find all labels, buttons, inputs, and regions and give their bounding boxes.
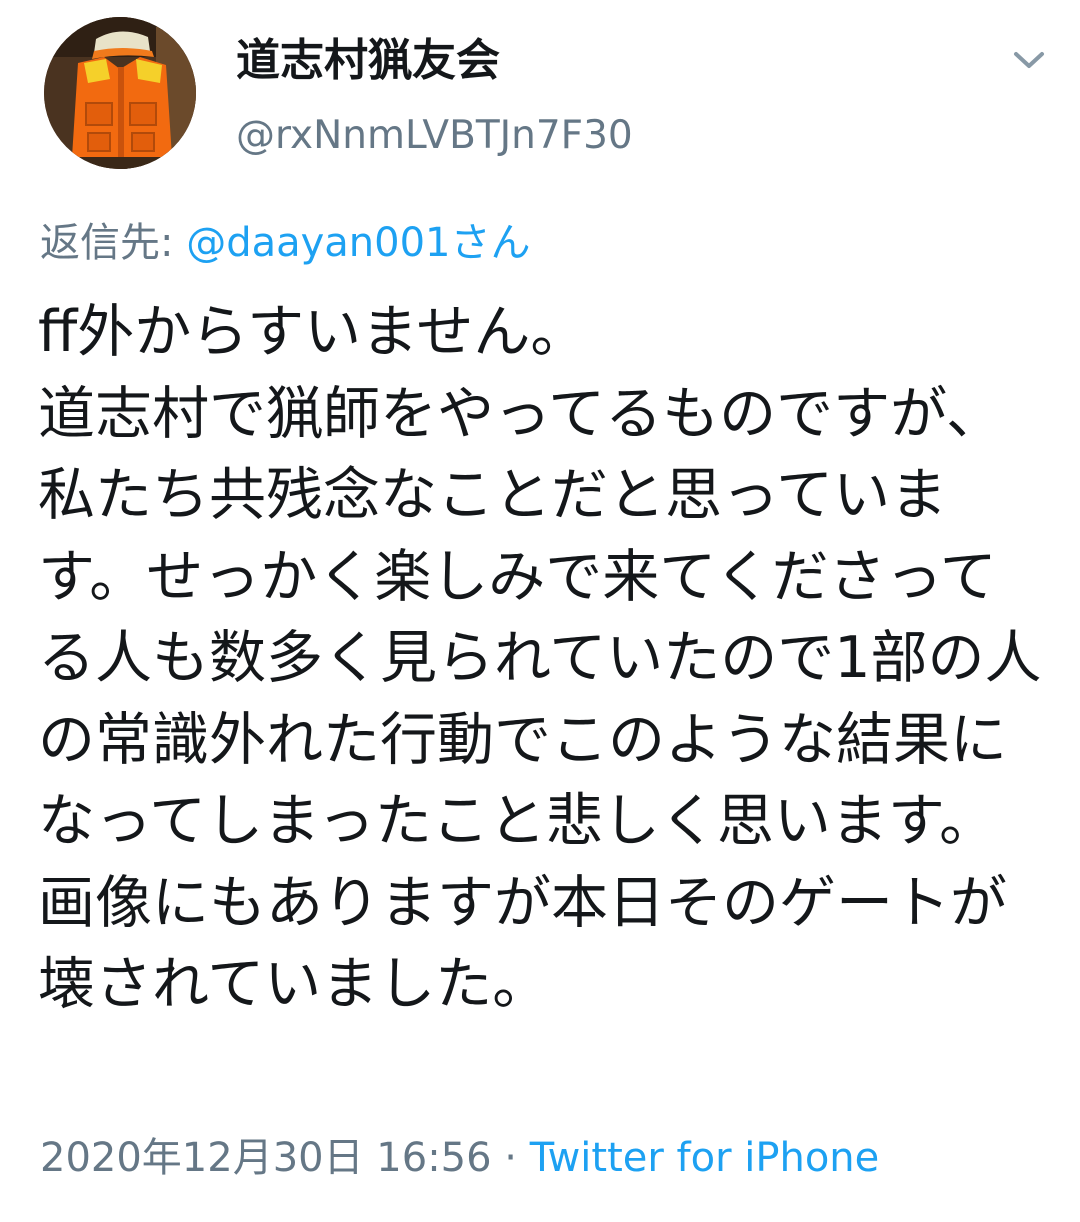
tweet-timestamp[interactable]: 2020年12月30日 16:56 xyxy=(40,1135,492,1181)
tweet-source-link[interactable]: Twitter for iPhone xyxy=(530,1135,880,1181)
user-handle[interactable]: @rxNnmLVBTJn7F30 xyxy=(236,112,633,160)
avatar[interactable] xyxy=(44,17,196,169)
tweet-text: ff外からすいません。 道志村で猟師をやってるものですが、私たち共残念なことだと… xyxy=(38,299,1042,1017)
chevron-down-icon xyxy=(1014,52,1044,68)
reply-mention-link[interactable]: @daayan001さん xyxy=(186,220,530,266)
tweet-menu-button[interactable] xyxy=(1006,40,1052,80)
display-name[interactable]: 道志村猟友会 xyxy=(236,35,500,87)
meta-separator: · xyxy=(491,1135,530,1181)
tweet-meta: 2020年12月30日 16:56 · Twitter for iPhone xyxy=(40,1133,879,1183)
reply-context: 返信先: @daayan001さん xyxy=(40,218,531,268)
avatar-image xyxy=(44,17,196,169)
reply-prefix: 返信先: xyxy=(40,220,187,266)
